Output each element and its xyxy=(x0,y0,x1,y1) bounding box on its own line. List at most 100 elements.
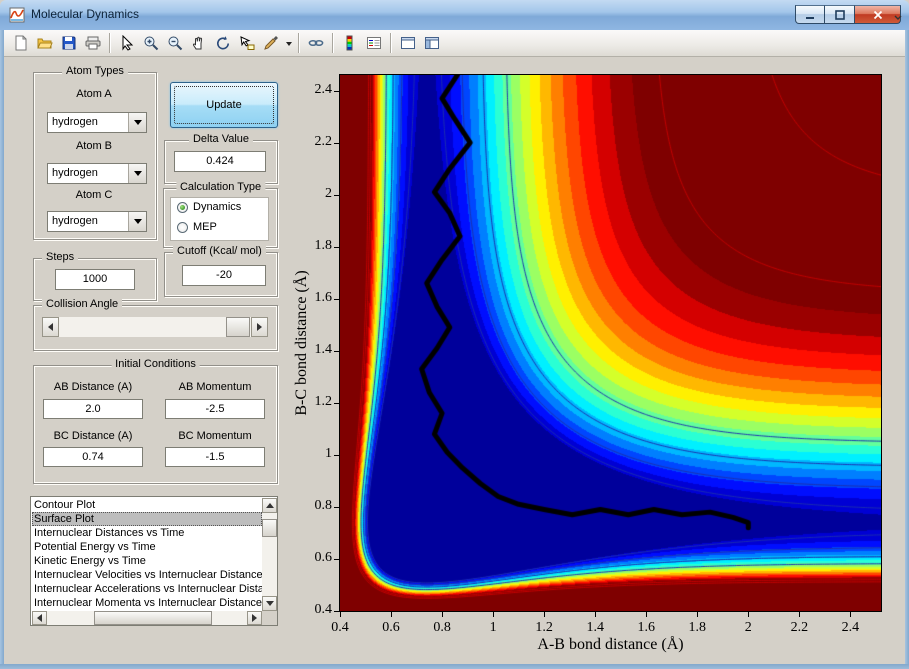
tick-mark xyxy=(544,612,546,617)
list-item[interactable]: Kinetic Energy vs Time xyxy=(32,554,262,568)
minimize-icon xyxy=(806,16,814,19)
bc-momentum-field[interactable]: -1.5 xyxy=(165,447,265,467)
delta-value-field[interactable]: 0.424 xyxy=(174,151,266,172)
edit-plot-icon xyxy=(119,35,135,51)
ab-distance-label: AB Distance (A) xyxy=(53,381,133,393)
slider-right-button[interactable] xyxy=(251,317,268,337)
slider-left-button[interactable] xyxy=(42,317,59,337)
brush-data-button[interactable] xyxy=(260,32,282,54)
matlab-figure-icon xyxy=(9,7,25,23)
minimize-button[interactable] xyxy=(795,5,825,24)
list-item[interactable]: Surface Plot xyxy=(32,512,262,526)
atom-c-label: Atom C xyxy=(75,189,113,201)
y-axis-label: B-C bond distance (Å) xyxy=(293,270,310,416)
contour-plot-canvas[interactable] xyxy=(339,74,882,612)
list-item[interactable]: Internuclear Distances vs Time xyxy=(32,526,262,540)
close-icon xyxy=(873,10,882,19)
arrow-left-icon xyxy=(33,614,42,622)
link-plots-button[interactable] xyxy=(305,32,327,54)
window-title: Molecular Dynamics xyxy=(31,7,140,21)
data-cursor-icon xyxy=(239,35,255,51)
brush-dropdown-button[interactable] xyxy=(283,32,294,54)
radio-dynamics[interactable]: Dynamics xyxy=(177,201,241,213)
insert-legend-icon xyxy=(366,35,382,51)
listbox-hscrollbar[interactable] xyxy=(32,611,262,625)
dropdown-arrow-icon xyxy=(128,164,146,183)
save-figure-button[interactable] xyxy=(58,32,80,54)
bc-distance-field[interactable]: 0.74 xyxy=(43,447,143,467)
collision-angle-slider[interactable] xyxy=(42,317,268,337)
insert-legend-button[interactable] xyxy=(363,32,385,54)
cutoff-field[interactable]: -20 xyxy=(182,265,266,286)
arrow-left-icon xyxy=(44,323,53,331)
tick-label: 1 xyxy=(325,446,332,462)
tick-mark xyxy=(334,246,339,248)
delta-value-title: Delta Value xyxy=(188,133,254,145)
atom-a-select[interactable]: hydrogen xyxy=(47,112,147,133)
edit-plot-button[interactable] xyxy=(116,32,138,54)
scroll-down-button[interactable] xyxy=(262,596,277,611)
tick-label: 1.4 xyxy=(586,620,604,635)
save-figure-icon xyxy=(61,35,77,51)
steps-field[interactable]: 1000 xyxy=(55,269,135,290)
toolbar-separator xyxy=(390,33,392,53)
titlebar: Molecular Dynamics xyxy=(0,0,909,31)
list-item[interactable]: Contour Plot xyxy=(32,498,262,512)
tick-mark xyxy=(334,506,339,508)
tick-mark xyxy=(799,612,801,617)
tick-label: 2 xyxy=(325,185,332,201)
zoom-in-icon xyxy=(143,35,159,51)
calculation-type-title: Calculation Type xyxy=(175,181,266,193)
atom-a-label: Atom A xyxy=(76,88,112,100)
tick-mark xyxy=(340,612,341,617)
slider-thumb[interactable] xyxy=(226,317,250,337)
collision-angle-title: Collision Angle xyxy=(42,298,123,310)
toolbar-separator xyxy=(298,33,300,53)
tick-mark xyxy=(334,558,339,560)
data-cursor-button[interactable] xyxy=(236,32,258,54)
tick-mark xyxy=(334,350,339,352)
focus-rect xyxy=(174,86,274,124)
new-figure-button[interactable] xyxy=(10,32,32,54)
open-file-button[interactable] xyxy=(34,32,56,54)
list-item[interactable]: Internuclear Momenta vs Internuclear Dis… xyxy=(32,596,262,610)
ab-momentum-field[interactable]: -2.5 xyxy=(165,399,265,419)
list-item[interactable]: Internuclear Velocities vs Internuclear … xyxy=(32,568,262,582)
atom-c-select[interactable]: hydrogen xyxy=(47,211,147,232)
hide-plot-tools-button[interactable] xyxy=(397,32,419,54)
brush-data-icon xyxy=(263,35,279,51)
zoom-in-button[interactable] xyxy=(140,32,162,54)
new-figure-icon xyxy=(13,35,29,51)
tick-mark xyxy=(748,612,750,617)
vscroll-thumb[interactable] xyxy=(262,519,277,537)
rotate-3d-button[interactable] xyxy=(212,32,234,54)
maximize-button[interactable] xyxy=(825,5,855,24)
radio-selected-icon xyxy=(177,201,188,213)
print-figure-button[interactable] xyxy=(82,32,104,54)
insert-colorbar-button[interactable] xyxy=(339,32,361,54)
arrow-right-icon xyxy=(257,323,266,331)
toolbar-overflow-icon[interactable] xyxy=(894,8,903,26)
show-plot-tools-icon xyxy=(424,35,440,51)
list-item[interactable]: Internuclear Accelerations vs Internucle… xyxy=(32,582,262,596)
scroll-left-button[interactable] xyxy=(32,611,47,625)
bc-momentum-label: BC Momentum xyxy=(178,430,252,442)
hscroll-thumb[interactable] xyxy=(94,611,212,625)
tick-mark xyxy=(850,612,852,617)
listbox-vscrollbar[interactable] xyxy=(262,498,277,611)
pan-button[interactable] xyxy=(188,32,210,54)
tick-label: 1.8 xyxy=(314,237,333,253)
scroll-up-button[interactable] xyxy=(262,498,277,513)
ab-distance-field[interactable]: 2.0 xyxy=(43,399,143,419)
scroll-right-button[interactable] xyxy=(247,611,262,625)
listbox-items: Contour Plot Surface Plot Internuclear Dis… xyxy=(32,498,262,611)
steps-title: Steps xyxy=(42,251,79,263)
list-item[interactable]: Potential Energy vs Time xyxy=(32,540,262,554)
tick-label: 1.2 xyxy=(535,620,553,635)
atom-b-select[interactable]: hydrogen xyxy=(47,163,147,184)
update-button[interactable]: Update xyxy=(170,82,278,128)
zoom-out-button[interactable] xyxy=(164,32,186,54)
show-plot-tools-button[interactable] xyxy=(421,32,443,54)
radio-mep[interactable]: MEP xyxy=(177,221,217,233)
zoom-out-icon xyxy=(167,35,183,51)
